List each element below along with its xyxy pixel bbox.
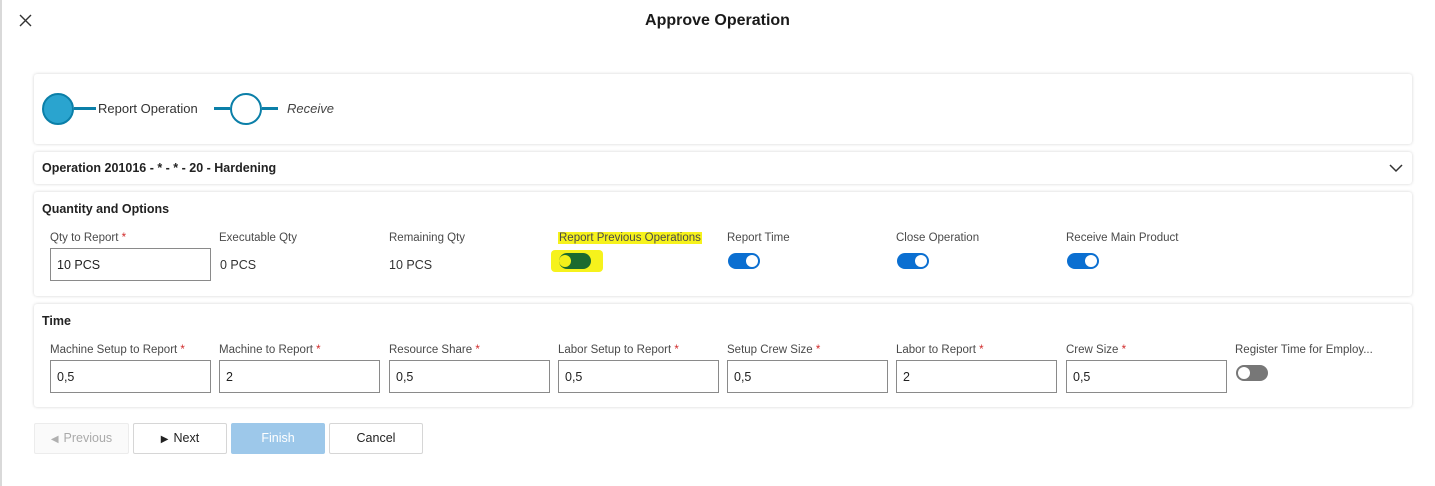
stepper: Report Operation Receive (34, 74, 1412, 144)
setup-crew-size-label: Setup Crew Size * (727, 344, 821, 356)
step-report-operation-circle[interactable] (42, 93, 74, 125)
chevron-down-icon[interactable] (1388, 160, 1404, 176)
close-operation-label: Close Operation (896, 232, 980, 244)
crew-size-input[interactable]: 0,5 (1066, 360, 1227, 393)
triangle-left-icon: ◀ (50, 434, 59, 445)
report-previous-operations-label: Report Previous Operations (558, 232, 702, 244)
triangle-right-icon: ▶ (160, 434, 169, 445)
time-panel: Time Machine Setup to Report * 0,5 Machi… (34, 304, 1412, 407)
next-button[interactable]: ▶ Next (133, 423, 227, 454)
resource-share-input[interactable]: 0,5 (389, 360, 550, 393)
labor-label: Labor to Report * (896, 344, 984, 356)
report-time-toggle[interactable] (728, 253, 760, 269)
machine-setup-label: Machine Setup to Report * (50, 344, 185, 356)
setup-crew-size-input[interactable]: 0,5 (727, 360, 888, 393)
operation-title: Operation 201016 - * - * - 20 - Hardenin… (42, 161, 277, 175)
previous-button[interactable]: ◀ Previous (34, 423, 129, 454)
step-connector (214, 107, 230, 110)
operation-panel-header[interactable]: Operation 201016 - * - * - 20 - Hardenin… (34, 152, 1412, 184)
labor-setup-label: Labor Setup to Report * (558, 344, 679, 356)
qty-to-report-input[interactable]: 10 PCS (50, 248, 211, 281)
dialog-title: Approve Operation (645, 12, 790, 29)
register-time-label: Register Time for Employ... (1235, 344, 1373, 356)
executable-qty-value: 0 PCS (220, 258, 257, 272)
report-previous-operations-toggle[interactable] (559, 253, 591, 269)
step-receive-circle[interactable] (230, 93, 262, 125)
close-operation-toggle[interactable] (897, 253, 929, 269)
section-title: Quantity and Options (42, 202, 170, 216)
receive-main-product-label: Receive Main Product (1066, 232, 1179, 244)
step-report-operation-label[interactable]: Report Operation (98, 101, 198, 116)
register-time-toggle[interactable] (1236, 365, 1268, 381)
step-connector (74, 107, 96, 110)
resource-share-label: Resource Share * (389, 344, 480, 356)
machine-input[interactable]: 2 (219, 360, 380, 393)
cancel-button[interactable]: Cancel (329, 423, 423, 454)
receive-main-product-toggle[interactable] (1067, 253, 1099, 269)
remaining-qty-value: 10 PCS (389, 258, 433, 272)
labor-setup-input[interactable]: 0,5 (558, 360, 719, 393)
window-edge (0, 0, 2, 486)
crew-size-label: Crew Size * (1066, 344, 1127, 356)
machine-setup-input[interactable]: 0,5 (50, 360, 211, 393)
remaining-qty-label: Remaining Qty (389, 232, 466, 244)
quantity-options-panel: Quantity and Options Qty to Report * 10 … (34, 192, 1412, 296)
labor-input[interactable]: 2 (896, 360, 1057, 393)
executable-qty-label: Executable Qty (219, 232, 297, 244)
step-connector (262, 107, 278, 110)
machine-label: Machine to Report * (219, 344, 321, 356)
section-title: Time (42, 314, 71, 328)
step-receive-label[interactable]: Receive (287, 101, 334, 116)
report-time-label: Report Time (727, 232, 790, 244)
finish-button[interactable]: Finish (231, 423, 325, 454)
qty-to-report-label: Qty to Report * (50, 232, 127, 244)
